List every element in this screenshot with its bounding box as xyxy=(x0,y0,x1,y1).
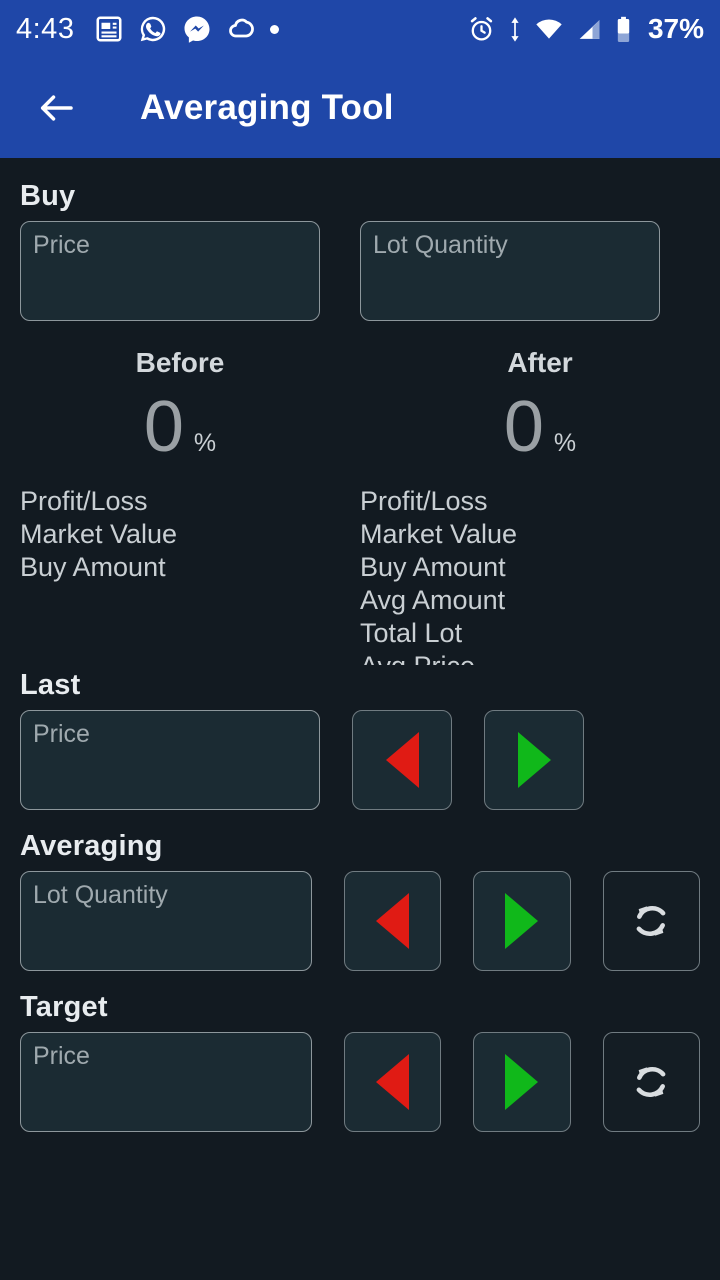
app-bar: Averaging Tool xyxy=(0,58,720,158)
list-item: Market Value xyxy=(360,519,518,549)
target-section: Target Price xyxy=(0,991,720,1132)
status-bar-notification-icons xyxy=(94,14,467,44)
last-price-input[interactable]: Price xyxy=(20,710,320,810)
battery-percent-label: 37% xyxy=(647,13,704,44)
signal-icon xyxy=(579,19,600,39)
last-section-label: Last xyxy=(20,669,81,701)
main-content: Buy Price Lot Quantity Before 0 % After xyxy=(0,158,720,1280)
status-bar-system-icons: 37% xyxy=(467,13,704,45)
news-icon xyxy=(96,16,122,42)
averaging-decrease-button[interactable] xyxy=(343,871,442,971)
sync-refresh-icon xyxy=(636,1067,666,1097)
averaging-section-label: Averaging xyxy=(20,830,163,862)
left-triangle-icon xyxy=(376,1054,410,1110)
last-controls-row: Price xyxy=(20,710,700,810)
list-item: Profit/Loss xyxy=(360,486,488,516)
right-triangle-icon xyxy=(517,732,551,788)
averaging-lot-quantity-input[interactable]: Lot Quantity xyxy=(20,871,312,971)
after-column: After 0 % xyxy=(360,347,720,463)
left-triangle-icon xyxy=(385,732,419,788)
metrics-lists: Profit/Loss Market Value Buy Amount Prof… xyxy=(0,485,720,665)
target-reset-button[interactable] xyxy=(602,1032,700,1132)
back-button[interactable] xyxy=(24,76,88,140)
whatsapp-icon xyxy=(141,16,166,42)
before-metrics-list: Profit/Loss Market Value Buy Amount xyxy=(0,485,360,665)
battery-icon xyxy=(617,16,630,42)
list-item: Avg Amount xyxy=(360,585,506,615)
before-percent-value: 0 xyxy=(143,387,184,467)
after-title: After xyxy=(507,347,573,378)
sync-refresh-icon xyxy=(636,906,666,936)
back-arrow-icon xyxy=(40,95,73,121)
cloud-icon xyxy=(229,18,255,38)
averaging-lot-quantity-placeholder: Lot Quantity xyxy=(33,881,168,909)
dot-icon xyxy=(270,24,280,34)
last-decrease-button[interactable] xyxy=(352,710,452,810)
after-percent-symbol: % xyxy=(553,429,577,457)
after-metrics-list: Profit/Loss Market Value Buy Amount Avg … xyxy=(360,485,720,665)
list-item: Total Lot xyxy=(360,618,463,648)
buy-inputs-row: Price Lot Quantity xyxy=(0,221,720,321)
target-section-label: Target xyxy=(20,991,108,1023)
left-triangle-icon xyxy=(376,893,410,949)
buy-price-input[interactable]: Price xyxy=(20,221,320,321)
before-title: Before xyxy=(135,347,225,378)
before-column: Before 0 % xyxy=(0,347,360,463)
data-transfer-icon xyxy=(511,16,519,42)
target-increase-button[interactable] xyxy=(473,1032,571,1132)
buy-price-placeholder: Price xyxy=(33,231,90,259)
wifi-icon xyxy=(536,19,562,39)
buy-section-label: Buy xyxy=(20,180,76,212)
averaging-increase-button[interactable] xyxy=(473,871,571,971)
status-bar: 4:43 37% xyxy=(0,0,720,58)
status-bar-clock: 4:43 xyxy=(16,12,75,45)
page-title: Averaging Tool xyxy=(140,88,394,127)
before-percent-symbol: % xyxy=(193,429,217,457)
right-triangle-icon xyxy=(505,1054,539,1110)
last-section: Last Price xyxy=(0,669,720,810)
buy-lot-quantity-input[interactable]: Lot Quantity xyxy=(360,221,660,321)
target-price-input[interactable]: Price xyxy=(20,1032,312,1132)
target-decrease-button[interactable] xyxy=(343,1032,442,1132)
target-price-placeholder: Price xyxy=(33,1042,90,1070)
after-percent-display: 0 % xyxy=(360,391,720,463)
list-item: Profit/Loss xyxy=(20,486,148,516)
list-item: Avg Price xyxy=(360,650,720,665)
buy-lot-quantity-placeholder: Lot Quantity xyxy=(373,231,508,259)
averaging-controls-row: Lot Quantity xyxy=(20,871,700,971)
list-item: Buy Amount xyxy=(360,552,506,582)
list-item: Market Value xyxy=(20,519,178,549)
app-root: 4:43 37% Averaging Tool Buy Price Lot Qu… xyxy=(0,0,720,1280)
last-price-placeholder: Price xyxy=(33,720,90,748)
averaging-reset-button[interactable] xyxy=(602,871,700,971)
right-triangle-icon xyxy=(505,893,539,949)
after-percent-value: 0 xyxy=(503,387,544,467)
alarm-icon xyxy=(470,16,493,41)
list-item: Buy Amount xyxy=(20,552,166,582)
before-after-headers: Before 0 % After 0 % xyxy=(0,347,720,463)
target-controls-row: Price xyxy=(20,1032,700,1132)
averaging-section: Averaging Lot Quantity xyxy=(0,830,720,971)
last-increase-button[interactable] xyxy=(484,710,584,810)
messenger-icon xyxy=(184,16,210,43)
before-percent-display: 0 % xyxy=(0,391,360,463)
